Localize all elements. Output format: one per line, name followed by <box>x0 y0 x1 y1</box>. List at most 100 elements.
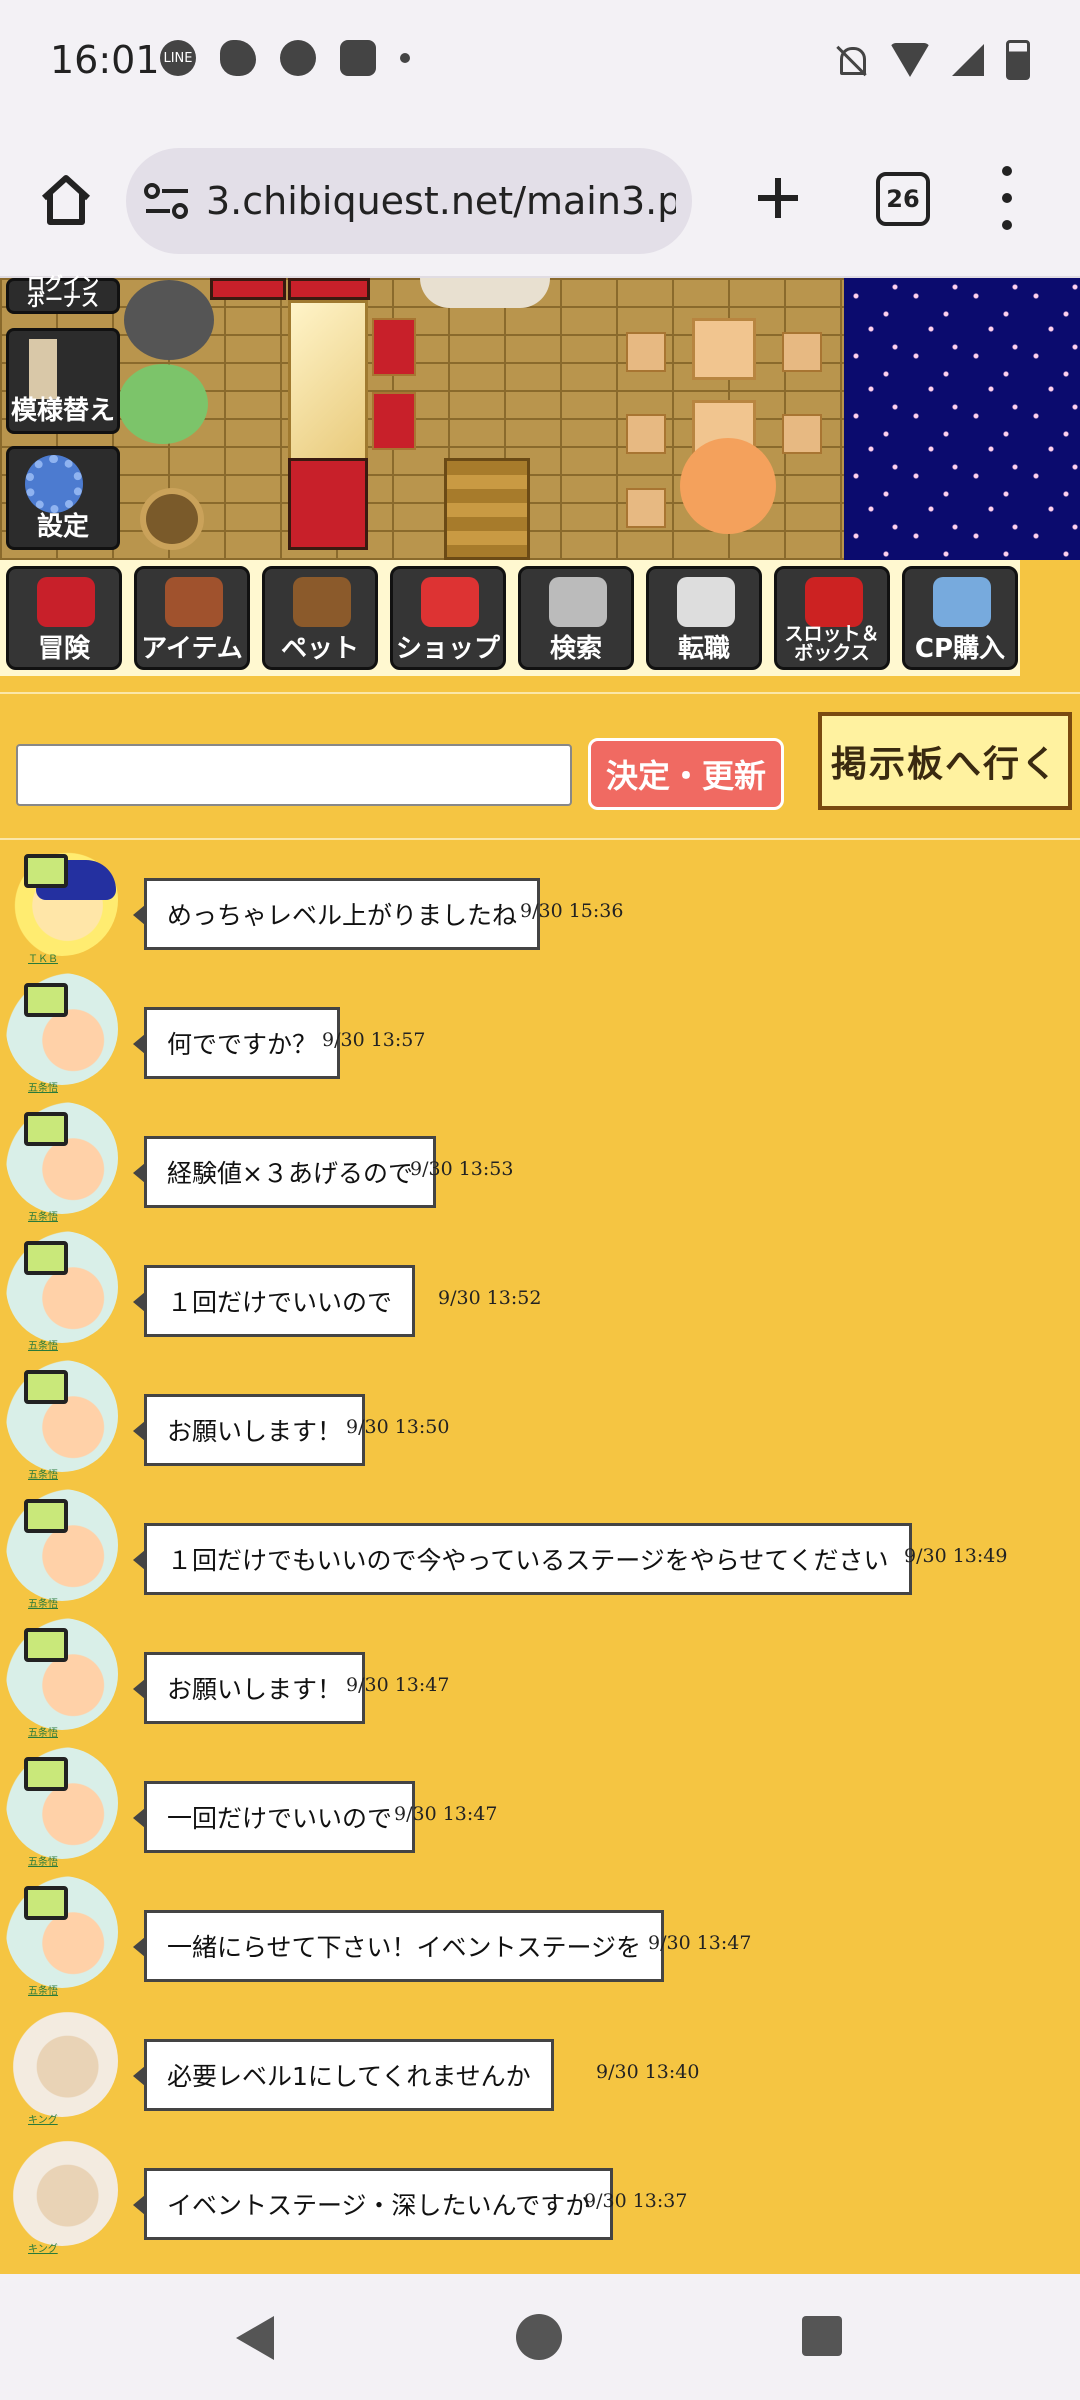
username-link[interactable]: 五条悟 <box>28 1079 58 1094</box>
avatar[interactable] <box>6 1489 118 1601</box>
avatar[interactable] <box>6 2005 118 2117</box>
glass-cabinet <box>288 300 368 466</box>
message-timestamp: 9/30 13:47 <box>346 1674 450 1696</box>
menu-item-label: スロット＆ ボックス <box>784 623 880 664</box>
chair <box>782 414 822 454</box>
avatar[interactable] <box>6 1231 118 1343</box>
gear-icon <box>25 455 83 513</box>
bag-icon <box>165 577 223 627</box>
chair <box>626 414 666 454</box>
settings-button[interactable]: 設定 <box>6 446 120 550</box>
game-room-scene: ログイン ボーナス 模様替え 設定 <box>0 276 1080 560</box>
home-icon[interactable] <box>36 170 96 230</box>
message-timestamp: 9/30 13:52 <box>438 1287 542 1309</box>
red-pillar <box>288 278 370 300</box>
leaf-badge-icon <box>24 983 68 1017</box>
username-link[interactable]: ＴＫＢ <box>28 950 58 965</box>
message-timestamp: 9/30 13:47 <box>394 1803 498 1825</box>
message-bubble: 一回だけでいいので <box>132 1781 416 1853</box>
leaf-badge-icon <box>24 1628 68 1662</box>
menu-item-cat[interactable]: ペット <box>262 566 378 670</box>
avatar[interactable] <box>6 1102 118 1214</box>
settings-label: 設定 <box>36 512 89 542</box>
home-circle-icon[interactable] <box>516 2314 562 2360</box>
avatar[interactable] <box>6 1747 118 1859</box>
tab-switcher-button[interactable]: 26 <box>876 172 930 226</box>
more-options-icon[interactable] <box>992 166 1022 230</box>
message-bubble: １回だけでもいいので今やっているステージをやらせてください <box>133 1523 912 1595</box>
message-timestamp: 9/30 13:53 <box>410 1158 514 1180</box>
url-text: 3.chibiquest.net/main3.p <box>206 179 676 223</box>
avatar[interactable] <box>6 844 118 956</box>
pot <box>140 488 204 550</box>
avatar[interactable] <box>6 1360 118 1472</box>
go-to-board-button[interactable]: 掲示板へ行く <box>818 712 1072 810</box>
goblin-character <box>118 364 208 444</box>
menu-item-label: ショップ <box>395 634 500 664</box>
pattern-change-button[interactable]: 模様替え <box>6 328 120 434</box>
avatar[interactable] <box>6 1618 118 1730</box>
message-timestamp: 9/30 13:40 <box>596 2061 700 2083</box>
globe-icon <box>280 40 316 76</box>
menu-item-magnifier[interactable]: 検索 <box>518 566 634 670</box>
login-bonus-button[interactable]: ログイン ボーナス <box>6 276 120 314</box>
gamepad-icon <box>340 40 376 76</box>
recent-apps-icon[interactable] <box>802 2316 842 2356</box>
chat-message: 五条悟 一緒にらせて下さい！イベントステージを 9/30 13:47 <box>0 1868 1080 1997</box>
menu-item-bag[interactable]: アイテム <box>134 566 250 670</box>
chat-input[interactable] <box>16 744 572 806</box>
leaf-badge-icon <box>24 854 68 888</box>
new-tab-icon[interactable] <box>748 168 808 228</box>
message-timestamp: 9/30 13:50 <box>346 1416 450 1438</box>
chat-message: 五条悟 経験値×３あげるので 9/30 13:53 <box>0 1094 1080 1223</box>
address-bar[interactable]: 3.chibiquest.net/main3.p <box>126 148 692 254</box>
status-time: 16:01 <box>50 38 160 82</box>
menu-item-house[interactable]: ショップ <box>390 566 506 670</box>
sword-staff-icon <box>677 577 735 627</box>
flying-character <box>420 278 550 308</box>
night-sky-panel <box>844 278 1080 560</box>
leaf-badge-icon <box>24 1886 68 1920</box>
table <box>692 318 756 380</box>
menu-item-label: アイテム <box>141 634 243 664</box>
username-link[interactable]: キング <box>28 2240 58 2255</box>
avatar[interactable] <box>6 973 118 1085</box>
site-settings-icon[interactable] <box>142 181 192 221</box>
message-bubble: 必要レベル1にしてくれませんか <box>133 2039 554 2111</box>
cat-character <box>124 280 214 360</box>
red-cabinet <box>288 458 368 550</box>
menu-item-cp-star[interactable]: CP購入 <box>902 566 1018 670</box>
chat-message: 五条悟 １回だけでいいので 9/30 13:52 <box>0 1223 1080 1352</box>
house-icon <box>421 577 479 627</box>
menu-item-label: CP購入 <box>914 634 1006 664</box>
username-link[interactable]: 五条悟 <box>28 1337 58 1352</box>
message-bubble: お願いします！ <box>132 1394 366 1466</box>
dot-icon <box>400 53 410 63</box>
avatar[interactable] <box>6 1876 118 1988</box>
menu-item-label: 冒険 <box>37 634 90 664</box>
system-icons <box>834 40 1030 80</box>
chat-message: 五条悟 一回だけでいいので 9/30 13:47 <box>0 1739 1080 1868</box>
avatar[interactable] <box>6 2134 118 2246</box>
back-icon[interactable] <box>236 2316 274 2360</box>
message-bubble: １回だけでいいので <box>132 1265 416 1337</box>
username-link[interactable]: 五条悟 <box>28 1466 58 1481</box>
chat-message: キング 必要レベル1にしてくれませんか 9/30 13:40 <box>0 1997 1080 2126</box>
message-timestamp: 9/30 13:37 <box>584 2190 688 2212</box>
message-timestamp: 9/30 15:36 <box>520 900 624 922</box>
submit-update-button[interactable]: 決定・更新 <box>588 738 784 810</box>
menu-item-slot-machine[interactable]: スロット＆ ボックス <box>774 566 890 670</box>
red-pillar <box>210 278 286 300</box>
menu-item-sword-staff[interactable]: 転職 <box>646 566 762 670</box>
username-link[interactable]: 五条悟 <box>28 1853 58 1868</box>
mute-icon <box>834 43 868 77</box>
username-link[interactable]: 五条悟 <box>28 1208 58 1223</box>
username-link[interactable]: 五条悟 <box>28 1595 58 1610</box>
chat-message: 五条悟 何でですか？ 9/30 13:57 <box>0 965 1080 1094</box>
message-bubble: 一緒にらせて下さい！イベントステージを <box>132 1910 665 1982</box>
menu-item-door[interactable]: 冒険 <box>6 566 122 670</box>
username-link[interactable]: 五条悟 <box>28 1982 58 1997</box>
username-link[interactable]: キング <box>28 2111 58 2126</box>
username-link[interactable]: 五条悟 <box>28 1724 58 1739</box>
chat-message: 五条悟 １回だけでもいいので今やっているステージをやらせてください 9/30 13:… <box>0 1481 1080 1610</box>
